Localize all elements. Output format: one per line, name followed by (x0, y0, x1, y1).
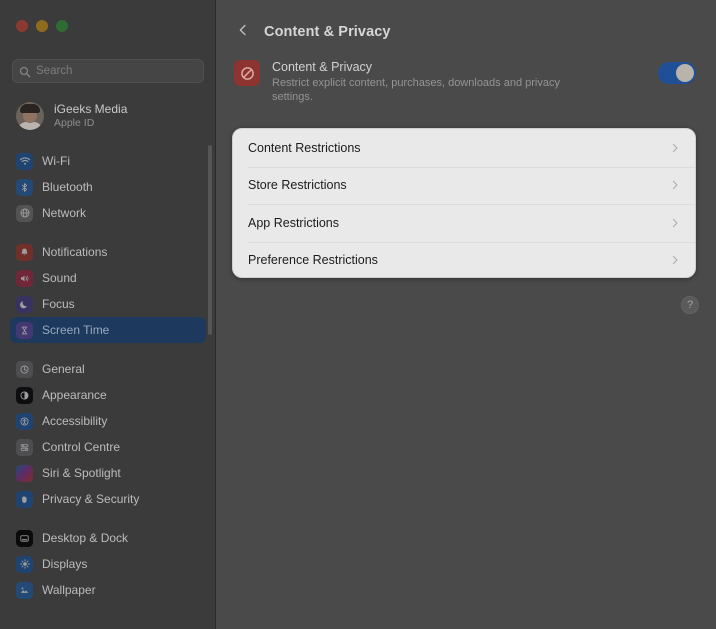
desktop-dock-icon (16, 529, 33, 547)
row-store-restrictions[interactable]: Store Restrictions (233, 166, 695, 205)
sidebar-divider (0, 343, 215, 356)
search-field-wrapper (12, 59, 204, 83)
help-button[interactable]: ? (681, 296, 699, 314)
content-privacy-toggle[interactable] (658, 62, 696, 84)
sidebar: iGeeks Media Apple ID Wi-Fi (0, 0, 216, 629)
chevron-right-icon (669, 142, 681, 154)
account-subtitle: Apple ID (54, 117, 95, 129)
chevron-right-icon (669, 254, 681, 266)
sidebar-item-wallpaper[interactable]: Wallpaper (10, 577, 206, 603)
sidebar-item-displays[interactable]: Displays (10, 551, 206, 577)
focus-moon-icon (16, 295, 33, 313)
row-label: Preference Restrictions (248, 253, 378, 268)
sidebar-item-label: Accessibility (42, 414, 108, 428)
sidebar-item-label: Sound (42, 271, 77, 285)
appearance-contrast-icon (16, 386, 33, 404)
sidebar-item-label: Appearance (42, 388, 107, 402)
sidebar-item-privacy-security[interactable]: Privacy & Security (10, 486, 206, 512)
sidebar-divider (0, 512, 215, 525)
control-centre-icon (16, 438, 33, 456)
page-title: Content & Privacy (264, 24, 391, 40)
system-settings-window: iGeeks Media Apple ID Wi-Fi (0, 0, 716, 629)
row-label: Store Restrictions (248, 178, 347, 193)
main-content-pane: Content & Privacy Content & Privacy Rest… (216, 0, 716, 629)
restrictions-card: Content Restrictions Store Restrictions … (232, 128, 696, 278)
sidebar-item-label: Wi-Fi (42, 154, 70, 168)
sidebar-group-network: Wi-Fi Bluetooth Network (0, 148, 215, 226)
account-name: iGeeks Media (54, 102, 128, 116)
sidebar-item-label: Displays (42, 557, 88, 571)
sidebar-item-siri-spotlight[interactable]: Siri & Spotlight (10, 460, 206, 486)
general-gear-icon (16, 360, 33, 378)
window-traffic-lights (16, 20, 68, 32)
sidebar-item-label: Focus (42, 297, 75, 311)
sidebar-item-label: Control Centre (42, 440, 121, 454)
search-input[interactable] (36, 65, 197, 77)
sidebar-group-desktop: Desktop & Dock Displays Wallpaper (0, 525, 215, 603)
toggle-knob (676, 64, 694, 82)
wifi-icon (16, 152, 33, 170)
help-question-icon: ? (686, 299, 694, 311)
sidebar-item-label: General (42, 362, 85, 376)
sidebar-group-general: General Appearance Accessibility Control… (0, 356, 215, 512)
sidebar-navigation: Wi-Fi Bluetooth Network Notifications So… (0, 148, 215, 603)
sidebar-item-label: Screen Time (42, 323, 110, 337)
search-field[interactable] (12, 59, 204, 83)
sidebar-item-label: Desktop & Dock (42, 531, 129, 545)
content-privacy-feature-row: Content & Privacy Restrict explicit cont… (234, 58, 696, 104)
sidebar-item-bluetooth[interactable]: Bluetooth (10, 174, 206, 200)
sidebar-item-notifications[interactable]: Notifications (10, 239, 206, 265)
wallpaper-icon (16, 581, 33, 599)
row-content-restrictions[interactable]: Content Restrictions (233, 129, 695, 167)
network-globe-icon (16, 204, 33, 222)
sidebar-divider (0, 226, 215, 239)
sidebar-item-focus[interactable]: Focus (10, 291, 206, 317)
row-label: App Restrictions (248, 215, 340, 230)
feature-description: Restrict explicit content, purchases, do… (272, 77, 560, 103)
sidebar-item-label: Siri & Spotlight (42, 466, 121, 480)
sidebar-item-control-centre[interactable]: Control Centre (10, 434, 206, 460)
row-preference-restrictions[interactable]: Preference Restrictions (233, 241, 695, 278)
sidebar-item-label: Bluetooth (42, 180, 93, 194)
bluetooth-icon (16, 178, 33, 196)
sidebar-item-network[interactable]: Network (10, 200, 206, 226)
sidebar-scrollbar[interactable] (208, 145, 212, 335)
privacy-hand-icon (16, 490, 33, 508)
minimize-button[interactable] (36, 20, 48, 32)
chevron-right-icon (669, 179, 681, 191)
notifications-bell-icon (16, 243, 33, 261)
row-label: Content Restrictions (248, 140, 361, 155)
sidebar-item-wifi[interactable]: Wi-Fi (10, 148, 206, 174)
prohibited-icon (234, 60, 260, 86)
sidebar-item-appearance[interactable]: Appearance (10, 382, 206, 408)
sidebar-item-sound[interactable]: Sound (10, 265, 206, 291)
avatar (16, 102, 44, 130)
apple-id-account-row[interactable]: iGeeks Media Apple ID (10, 96, 206, 136)
displays-brightness-icon (16, 555, 33, 573)
content-toolbar: Content & Privacy (216, 14, 716, 50)
close-button[interactable] (16, 20, 28, 32)
chevron-left-icon (236, 23, 250, 42)
sidebar-item-accessibility[interactable]: Accessibility (10, 408, 206, 434)
sidebar-item-general[interactable]: General (10, 356, 206, 382)
sidebar-group-system: Notifications Sound Focus Screen Time (0, 239, 215, 343)
back-button[interactable] (234, 22, 252, 42)
sidebar-item-label: Privacy & Security (42, 492, 140, 506)
sidebar-item-screen-time[interactable]: Screen Time (10, 317, 206, 343)
sidebar-item-label: Notifications (42, 245, 108, 259)
feature-title: Content & Privacy (272, 60, 373, 74)
zoom-button[interactable] (56, 20, 68, 32)
row-app-restrictions[interactable]: App Restrictions (233, 204, 695, 242)
screen-time-hourglass-icon (16, 321, 33, 339)
sidebar-item-desktop-dock[interactable]: Desktop & Dock (10, 525, 206, 551)
chevron-right-icon (669, 217, 681, 229)
sidebar-item-label: Network (42, 206, 87, 220)
siri-icon (16, 464, 33, 482)
sidebar-item-label: Wallpaper (42, 583, 96, 597)
accessibility-person-icon (16, 412, 33, 430)
sound-speaker-icon (16, 269, 33, 287)
search-icon (19, 65, 31, 78)
